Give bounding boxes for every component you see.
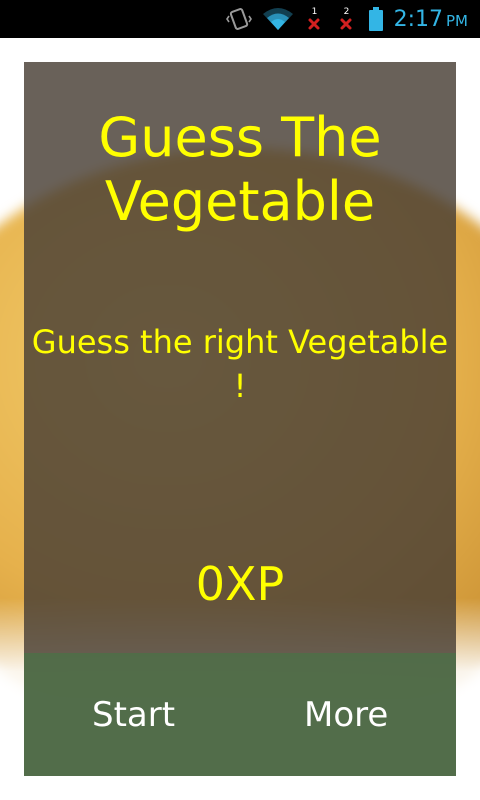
xp-score: 0XP — [195, 557, 285, 611]
sim1-label: 1 — [311, 7, 318, 17]
status-clock: 2:17 PM — [394, 7, 468, 32]
clock-time: 2:17 — [393, 6, 443, 32]
vibrate-icon — [225, 6, 252, 32]
game-menu-panel: Guess The Vegetable Guess the right Vege… — [24, 62, 456, 776]
more-button[interactable]: More — [304, 693, 388, 737]
status-bar: 1 2 2:17 PM — [0, 0, 480, 38]
start-button[interactable]: Start — [92, 693, 175, 737]
wifi-icon — [262, 6, 294, 32]
game-subtitle: Guess the right Vegetable ! — [31, 323, 449, 405]
battery-icon — [368, 6, 384, 32]
sim2-no-signal-icon: 2 — [336, 4, 358, 34]
game-title: Guess The Vegetable — [98, 106, 382, 233]
bottom-button-bar: Start More — [24, 653, 456, 776]
sim1-no-signal-icon: 1 — [304, 4, 326, 34]
clock-ampm: PM — [446, 11, 468, 30]
sim2-label: 2 — [343, 7, 350, 17]
